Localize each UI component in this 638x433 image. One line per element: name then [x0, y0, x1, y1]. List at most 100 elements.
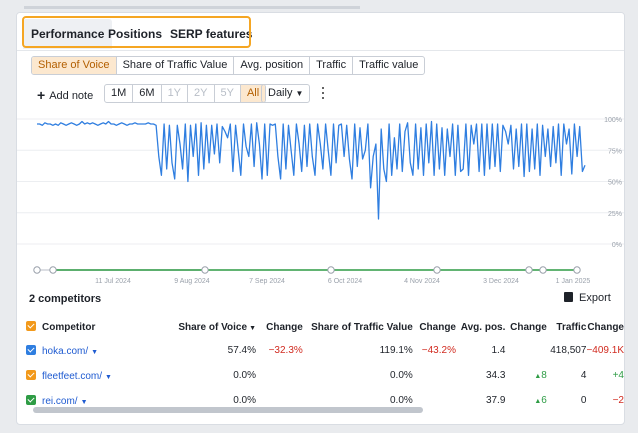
header-traffic-change[interactable]: Change	[586, 316, 624, 338]
header-competitor-label: Competitor	[42, 322, 96, 333]
sov-change-cell	[256, 363, 303, 388]
annotation-marker	[201, 266, 209, 274]
metric-share-of-voice[interactable]: Share of Voice	[32, 57, 117, 74]
more-options-icon[interactable]	[319, 85, 327, 101]
annotation-marker	[539, 266, 547, 274]
y-tick-label: 75%	[608, 148, 622, 155]
header-avg-pos[interactable]: Avg. pos.	[456, 316, 506, 338]
tab-bar: Performance Positions SERP features	[17, 13, 624, 51]
caret-down-icon: ▼	[295, 89, 304, 98]
granularity-dropdown[interactable]: Daily ▼	[261, 84, 311, 103]
sort-desc-icon: ▼	[249, 324, 256, 332]
tabs-highlight-box	[22, 16, 251, 48]
avg-pos-cell: 37.9	[485, 395, 506, 406]
row-checkbox[interactable]	[26, 344, 36, 355]
add-note-button[interactable]: + Add note	[37, 87, 93, 103]
header-share-of-traffic-value[interactable]: Share of Traffic Value	[303, 316, 413, 338]
pos-change-cell	[505, 338, 546, 363]
x-tick-label: 11 Jul 2024	[95, 278, 131, 285]
header-share-of-voice-label: Share of Voice	[178, 321, 248, 333]
y-tick-label: 50%	[608, 180, 622, 187]
header-stv-change[interactable]: Change	[413, 316, 456, 338]
competitor-link[interactable]: rei.com/	[42, 396, 78, 407]
x-tick-label: 9 Aug 2024	[174, 278, 210, 285]
traffic-cell: 4	[580, 370, 587, 381]
series-line	[37, 120, 586, 220]
annotation-marker	[327, 266, 335, 274]
traffic-cell: 418,507	[550, 345, 587, 356]
sov-change-cell: −32.3%	[268, 345, 303, 356]
annotation-marker	[573, 266, 581, 274]
y-tick-label: 0%	[612, 242, 622, 249]
x-tick-label: 7 Sep 2024	[249, 278, 285, 285]
download-icon	[564, 292, 573, 302]
competitors-heading: 2 competitors	[29, 293, 102, 305]
sov-cell: 0.0%	[233, 370, 256, 381]
header-share-of-voice[interactable]: Share of Voice ▼	[169, 316, 256, 338]
metric-traffic[interactable]: Traffic	[310, 57, 354, 74]
header-traffic[interactable]: Traffic	[547, 316, 586, 338]
row-checkbox[interactable]	[26, 394, 36, 405]
annotation-marker	[33, 266, 41, 274]
traffic-change-cell: −2	[612, 395, 624, 406]
date-range-selector: 1M 6M 1Y 2Y 5Y All	[104, 84, 267, 103]
pos-change-cell: ▲6	[505, 388, 547, 413]
metric-traffic-value[interactable]: Traffic value	[353, 57, 424, 74]
range-5y[interactable]: 5Y	[215, 85, 241, 102]
sov-cell: 57.4%	[227, 345, 256, 356]
range-2y[interactable]: 2Y	[188, 85, 215, 102]
x-tick-label: 6 Oct 2024	[328, 278, 362, 285]
chevron-down-icon[interactable]: ▼	[81, 399, 88, 406]
header-competitor[interactable]: Competitor	[26, 316, 169, 338]
chevron-down-icon[interactable]: ▼	[105, 374, 112, 381]
annotation-marker	[433, 266, 441, 274]
competitor-link[interactable]: hoka.com/	[42, 346, 88, 357]
range-6m[interactable]: 6M	[133, 85, 162, 102]
chevron-down-icon[interactable]: ▼	[91, 349, 98, 356]
competitor-cell: fleetfeet.com/▼	[26, 363, 169, 388]
granularity-label: Daily	[268, 87, 293, 99]
plus-icon: +	[37, 87, 46, 103]
performance-panel: Performance Positions SERP features Shar…	[16, 12, 625, 425]
competitors-table: Competitor Share of Voice ▼ Change Share …	[26, 316, 624, 413]
x-tick-label: 4 Nov 2024	[404, 278, 440, 285]
row-checkbox[interactable]	[26, 369, 36, 380]
x-tick-label: 3 Dec 2024	[483, 278, 519, 285]
export-button[interactable]: Export	[564, 292, 611, 304]
competitor-link[interactable]: fleetfeet.com/	[42, 371, 102, 382]
traffic-change-cell: −409.1K	[586, 345, 624, 356]
y-tick-label: 100%	[604, 117, 622, 124]
add-note-label: Add note	[49, 90, 94, 102]
range-1m[interactable]: 1M	[105, 85, 134, 102]
traffic-change-cell: +4	[612, 370, 624, 381]
table-row: hoka.com/▼ 57.4% −32.3% 119.1% −43.2% 1.4 418,…	[26, 338, 624, 363]
stv-change-cell	[413, 363, 456, 388]
stv-change-cell: −43.2%	[421, 345, 456, 356]
metric-selector: Share of Voice Share of Traffic Value Av…	[31, 56, 426, 75]
y-tick-label: 25%	[608, 211, 622, 218]
select-all-checkbox[interactable]	[26, 321, 36, 331]
avg-pos-cell: 34.3	[485, 370, 506, 381]
pos-change-value: 6	[541, 395, 547, 406]
pos-change-value: 8	[541, 370, 547, 381]
pos-change-cell: ▲8	[505, 363, 547, 388]
traffic-cell: 0	[580, 395, 587, 406]
stv-cell: 119.1%	[379, 345, 413, 356]
annotation-marker	[525, 266, 533, 274]
stv-cell: 0.0%	[389, 370, 413, 381]
header-pos-change[interactable]: Change	[505, 316, 547, 338]
table-header-row: Competitor Share of Voice ▼ Change Share …	[26, 316, 624, 338]
share-of-voice-chart: 100% 75% 50% 25% 0% 11 Jul 2024 9 Aug 2024 7 Se…	[17, 117, 624, 285]
table-row: fleetfeet.com/▼ 0.0% 0.0% 34.3 ▲8 4 +4	[26, 363, 624, 388]
x-tick-label: 1 Jan 2025	[556, 278, 591, 285]
metric-avg-position[interactable]: Avg. position	[234, 57, 311, 74]
metric-share-of-traffic-value[interactable]: Share of Traffic Value	[117, 57, 235, 74]
export-label: Export	[579, 292, 611, 304]
competitor-cell: hoka.com/▼	[26, 338, 169, 363]
range-1y[interactable]: 1Y	[162, 85, 189, 102]
annotation-marker	[49, 266, 57, 274]
avg-pos-cell: 1.4	[491, 345, 506, 356]
top-divider	[24, 6, 360, 9]
header-sov-change[interactable]: Change	[256, 316, 303, 338]
horizontal-scrollbar[interactable]	[33, 407, 423, 413]
